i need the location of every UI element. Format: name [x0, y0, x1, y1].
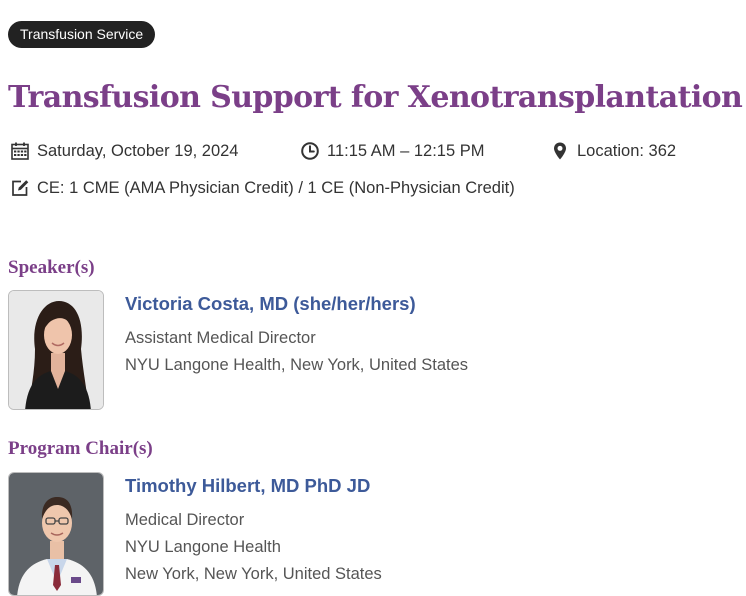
- clock-icon: [300, 141, 320, 161]
- session-ce: CE: 1 CME (AMA Physician Credit) / 1 CE …: [10, 176, 515, 200]
- session-date: Saturday, October 19, 2024: [10, 139, 239, 163]
- date-text: Saturday, October 19, 2024: [37, 141, 239, 160]
- speaker-photo: [8, 290, 104, 410]
- calendar-icon: [10, 141, 30, 161]
- speakers-heading: Speaker(s): [8, 257, 95, 278]
- speaker-title: Assistant Medical Director: [125, 329, 316, 347]
- ce-text: CE: 1 CME (AMA Physician Credit) / 1 CE …: [37, 178, 515, 197]
- edit-icon: [10, 178, 30, 198]
- speaker-name[interactable]: Victoria Costa, MD (she/her/hers): [125, 292, 416, 316]
- program-chair-photo: [8, 472, 104, 596]
- program-chair-organization: NYU Langone Health: [125, 538, 281, 556]
- category-badge[interactable]: Transfusion Service: [8, 21, 156, 48]
- time-text: 11:15 AM – 12:15 PM: [327, 141, 485, 160]
- session-location: Location: 362: [550, 139, 676, 163]
- map-marker-icon: [550, 141, 570, 161]
- program-chairs-heading: Program Chair(s): [8, 438, 153, 459]
- location-text: Location: 362: [577, 141, 677, 160]
- session-title: Transfusion Support for Xenotransplantat…: [8, 80, 743, 115]
- speaker-affiliation: NYU Langone Health, New York, United Sta…: [125, 356, 469, 374]
- program-chair-name[interactable]: Timothy Hilbert, MD PhD JD: [125, 474, 370, 498]
- program-chair-location: New York, New York, United States: [125, 565, 382, 583]
- session-time: 11:15 AM – 12:15 PM: [300, 139, 484, 163]
- program-chair-title: Medical Director: [125, 511, 245, 529]
